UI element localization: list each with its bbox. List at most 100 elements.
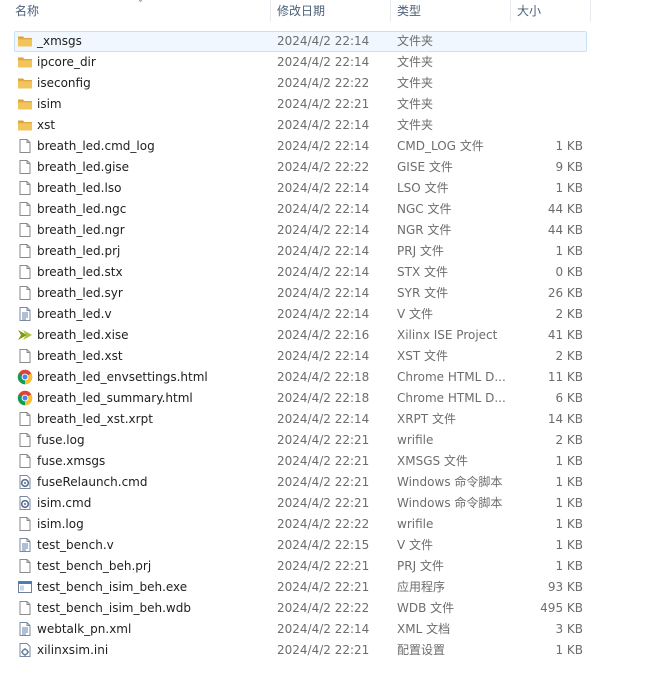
column-separator[interactable] [270,0,271,22]
file-row[interactable]: test_bench_isim_beh.wdb 2024/4/2 22:22 WDB… [14,598,587,619]
file-modified-date: 2024/4/2 22:22 [277,160,370,174]
file-type: STX 文件 [397,265,448,279]
file-type: NGC 文件 [397,202,452,216]
file-row[interactable]: _xmsgs 2024/4/2 22:14 文件夹 [14,31,587,52]
file-row[interactable]: breath_led_summary.html 2024/4/2 22:18 Chr… [14,388,587,409]
file-size: 3 KB [555,622,583,636]
file-row[interactable]: xst 2024/4/2 22:14 文件夹 [14,115,587,136]
file-modified-date: 2024/4/2 22:21 [277,559,370,573]
column-header-date[interactable]: 修改日期 [277,0,325,22]
file-row[interactable]: isim 2024/4/2 22:21 文件夹 [14,94,587,115]
file-row[interactable]: test_bench_isim_beh.exe 2024/4/2 22:21 应用程… [14,577,587,598]
file-row[interactable]: breath_led.gise 2024/4/2 22:22 GISE 文件 9 KB [14,157,587,178]
column-separator[interactable] [590,0,591,22]
file-row[interactable]: breath_led_xst.xrpt 2024/4/2 22:14 XRPT 文件… [14,409,587,430]
column-header-type[interactable]: 类型 [397,0,421,22]
file-modified-date: 2024/4/2 22:14 [277,244,370,258]
file-row[interactable]: iseconfig 2024/4/2 22:22 文件夹 [14,73,587,94]
file-type: Chrome HTML D... [397,391,506,405]
file-row[interactable]: breath_led.v 2024/4/2 22:14 V 文件 2 KB [14,304,587,325]
file-row[interactable]: breath_led.stx 2024/4/2 22:14 STX 文件 0 KB [14,262,587,283]
file-name: breath_led_summary.html [37,391,193,405]
file-row[interactable]: isim.log 2024/4/2 22:22 wrifile 1 KB [14,514,587,535]
file-size: 2 KB [555,307,583,321]
file-row[interactable]: fuse.log 2024/4/2 22:21 wrifile 2 KB [14,430,587,451]
file-name: breath_led.ngc [37,202,127,216]
file-modified-date: 2024/4/2 22:21 [277,475,370,489]
file-size: 1 KB [555,244,583,258]
file-row[interactable]: breath_led.xst 2024/4/2 22:14 XST 文件 2 KB [14,346,587,367]
file-row[interactable]: fuse.xmsgs 2024/4/2 22:21 XMSGS 文件 1 KB [14,451,587,472]
file-icon [17,432,33,448]
file-icon [17,411,33,427]
file-size: 495 KB [540,601,583,615]
file-row[interactable]: breath_led.cmd_log 2024/4/2 22:14 CMD_LOG … [14,136,587,157]
file-row[interactable]: test_bench.v 2024/4/2 22:15 V 文件 1 KB [14,535,587,556]
file-type: XRPT 文件 [397,412,456,426]
file-modified-date: 2024/4/2 22:22 [277,76,370,90]
file-type: NGR 文件 [397,223,452,237]
file-modified-date: 2024/4/2 22:21 [277,643,370,657]
file-row[interactable]: breath_led.prj 2024/4/2 22:14 PRJ 文件 1 KB [14,241,587,262]
file-name: isim.cmd [37,496,92,510]
file-type: WDB 文件 [397,601,455,615]
folder-icon [17,96,33,112]
file-name: test_bench.v [37,538,114,552]
text-file-icon [17,306,33,322]
cmd-script-icon [17,495,33,511]
file-icon [17,159,33,175]
file-modified-date: 2024/4/2 22:14 [277,286,370,300]
file-type: 文件夹 [397,55,434,69]
file-modified-date: 2024/4/2 22:14 [277,265,370,279]
file-modified-date: 2024/4/2 22:14 [277,307,370,321]
file-name: fuseRelaunch.cmd [37,475,148,489]
file-modified-date: 2024/4/2 22:21 [277,97,370,111]
file-size: 1 KB [555,496,583,510]
chrome-icon [17,369,33,385]
file-row[interactable]: isim.cmd 2024/4/2 22:21 Windows 命令脚本 1 KB [14,493,587,514]
file-icon [17,243,33,259]
column-header-bar: 名称 修改日期 类型 大小 [0,0,657,24]
file-row[interactable]: ipcore_dir 2024/4/2 22:14 文件夹 [14,52,587,73]
column-separator[interactable] [390,0,391,22]
file-modified-date: 2024/4/2 22:14 [277,181,370,195]
file-size: 41 KB [547,328,583,342]
file-icon [17,264,33,280]
file-name: isim [37,97,62,111]
file-row[interactable]: breath_led.lso 2024/4/2 22:14 LSO 文件 1 KB [14,178,587,199]
file-type: 应用程序 [397,580,446,594]
file-row[interactable]: webtalk_pn.xml 2024/4/2 22:14 XML 文档 3 KB [14,619,587,640]
file-row[interactable]: breath_led_envsettings.html 2024/4/2 22:1… [14,367,587,388]
file-size: 1 KB [555,181,583,195]
column-separator[interactable] [510,0,511,22]
file-row[interactable]: breath_led.ngc 2024/4/2 22:14 NGC 文件 44 KB [14,199,587,220]
column-header-size[interactable]: 大小 [517,0,541,22]
file-icon [17,558,33,574]
file-icon [17,138,33,154]
file-row[interactable]: breath_led.ngr 2024/4/2 22:14 NGR 文件 44 KB [14,220,587,241]
file-row[interactable]: fuseRelaunch.cmd 2024/4/2 22:21 Windows 命令… [14,472,587,493]
file-modified-date: 2024/4/2 22:21 [277,580,370,594]
file-name: breath_led.stx [37,265,123,279]
file-type: CMD_LOG 文件 [397,139,484,153]
file-type: XMSGS 文件 [397,454,468,468]
file-size: 0 KB [555,265,583,279]
file-row[interactable]: breath_led.xise 2024/4/2 22:16 Xilinx ISE … [14,325,587,346]
file-row[interactable]: xilinxsim.ini 2024/4/2 22:21 配置设置 1 KB [14,640,587,661]
ini-icon [17,642,33,658]
file-type: SYR 文件 [397,286,449,300]
column-header-name[interactable]: 名称 [15,0,39,22]
file-name: xilinxsim.ini [37,643,109,657]
chrome-icon [17,390,33,406]
file-type: XST 文件 [397,349,448,363]
file-type: wrifile [397,517,434,531]
file-size: 1 KB [555,475,583,489]
file-size: 2 KB [555,349,583,363]
file-icon [17,285,33,301]
file-name: webtalk_pn.xml [37,622,132,636]
file-row[interactable]: breath_led.syr 2024/4/2 22:14 SYR 文件 26 KB [14,283,587,304]
file-row[interactable]: test_bench_beh.prj 2024/4/2 22:21 PRJ 文件 1 … [14,556,587,577]
file-size: 2 KB [555,433,583,447]
file-icon [17,600,33,616]
file-modified-date: 2024/4/2 22:14 [277,118,370,132]
